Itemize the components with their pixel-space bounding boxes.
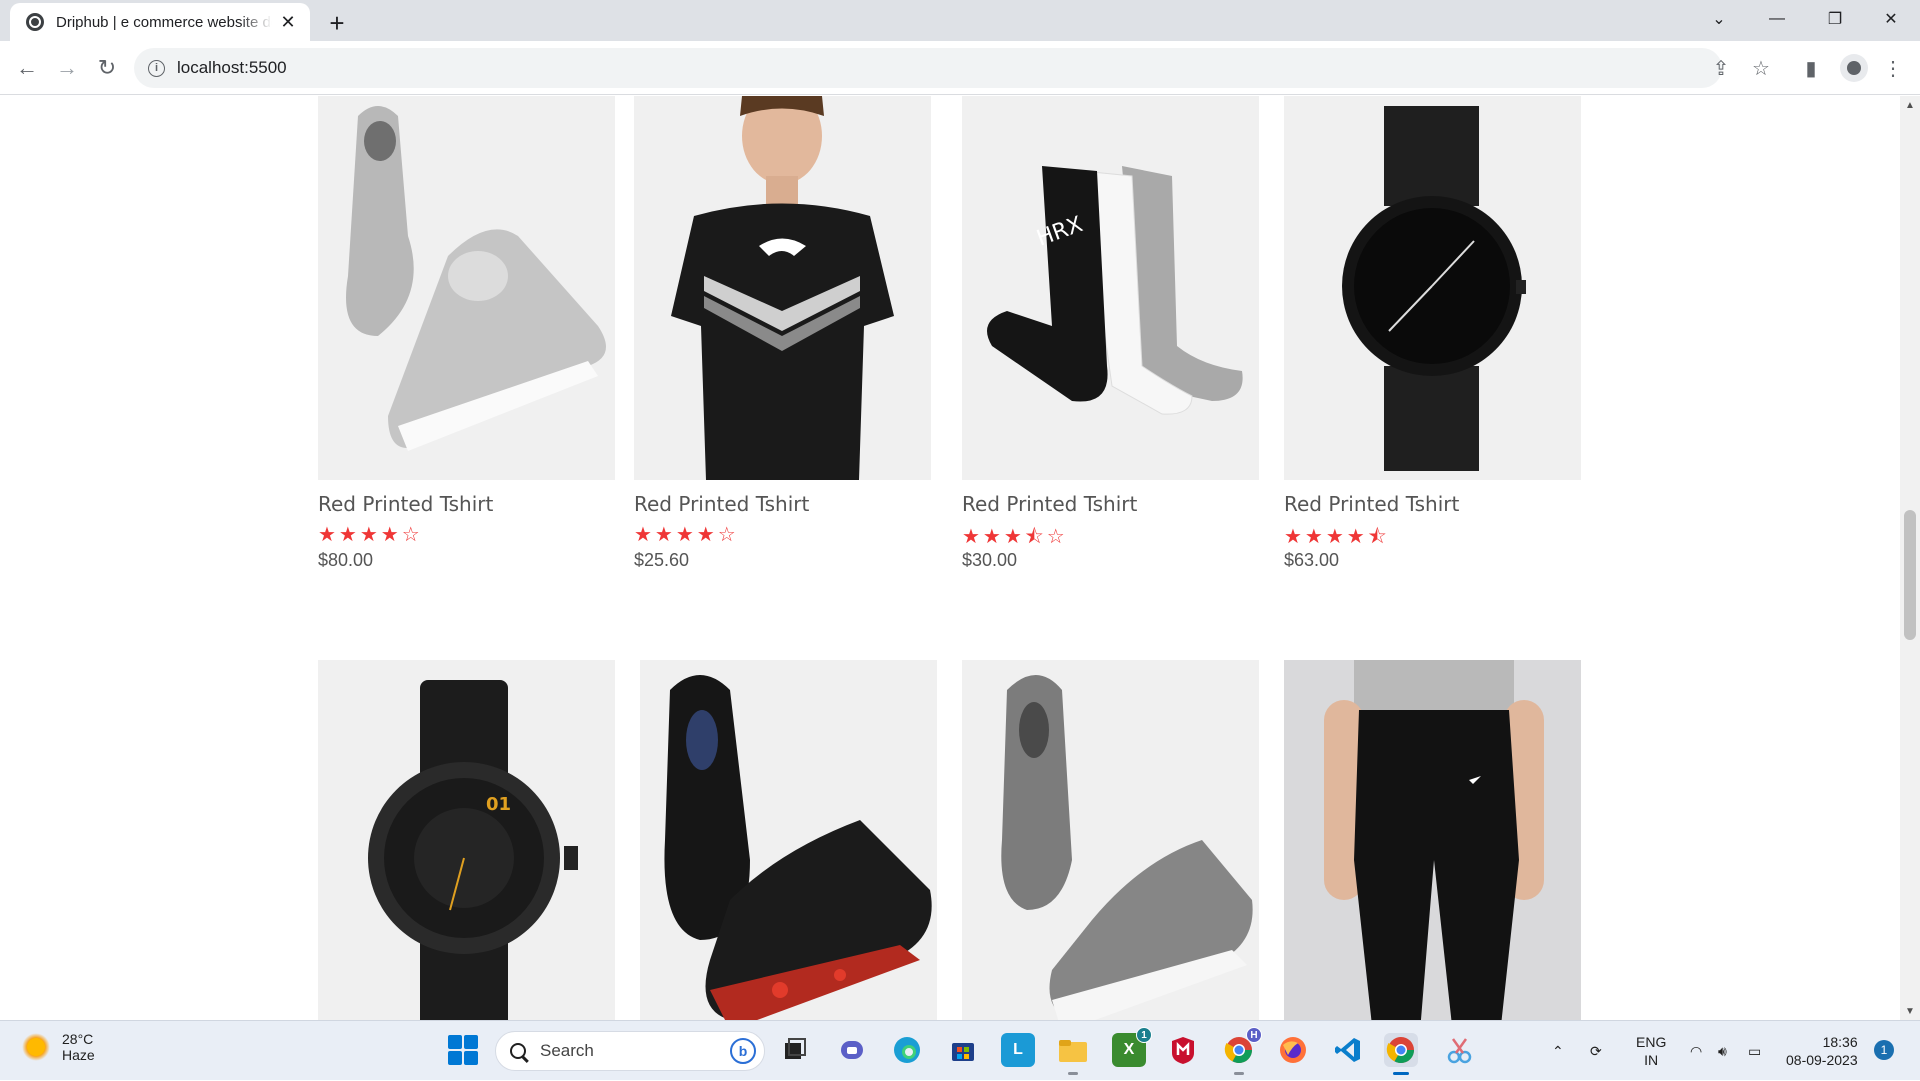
product-name[interactable]: Red Printed Tshirt: [634, 492, 931, 516]
browser-tab[interactable]: Driphub | e commerce website design ✕: [10, 3, 310, 41]
product-image-black-tshirt[interactable]: [634, 96, 931, 480]
product-card[interactable]: 01: [318, 660, 615, 1020]
xbox-badge: 1: [1136, 1027, 1152, 1043]
page-scrollbar[interactable]: ▲ ▼: [1900, 96, 1920, 1020]
close-tab-icon[interactable]: ✕: [278, 12, 298, 32]
bookmark-star-icon[interactable]: ☆: [1748, 55, 1774, 81]
product-name[interactable]: Red Printed Tshirt: [1284, 492, 1581, 516]
weather-desc: Haze: [62, 1047, 95, 1063]
svg-text:01: 01: [486, 794, 511, 815]
running-indicator: [1068, 1072, 1078, 1075]
xbox-icon[interactable]: X 1: [1112, 1027, 1152, 1067]
teams-chat-icon[interactable]: [836, 1033, 870, 1067]
page-viewport: Red Printed Tshirt ★★★★☆ $80.00 Red Prin…: [0, 96, 1900, 1020]
product-image-grey-slip-on-shoes[interactable]: [962, 660, 1259, 1020]
product-image-black-red-sneakers[interactable]: [640, 660, 937, 1020]
profile-avatar[interactable]: [1840, 54, 1868, 82]
sync-icon[interactable]: ⟳: [1590, 1021, 1602, 1081]
windows-start-icon[interactable]: [448, 1035, 478, 1065]
product-card[interactable]: Red Printed Tshirt ★★★★☆ $25.60: [634, 96, 931, 571]
tab-title: Driphub | e commerce website design: [56, 13, 272, 31]
product-name[interactable]: Red Printed Tshirt: [962, 492, 1259, 516]
menu-kebab-icon[interactable]: ⋮: [1880, 55, 1906, 81]
sun-haze-icon: [22, 1033, 50, 1061]
rating-stars: ★★★★☆: [634, 524, 739, 546]
product-image-black-joggers[interactable]: [1284, 660, 1581, 1020]
taskbar-search[interactable]: Search b: [495, 1031, 765, 1071]
back-arrow-icon[interactable]: ←: [10, 51, 44, 85]
minimize-icon[interactable]: —: [1748, 0, 1806, 38]
chrome-profile-badge: H: [1246, 1027, 1262, 1043]
product-price: $30.00: [962, 550, 1018, 570]
wifi-icon[interactable]: ◠: [1690, 1021, 1702, 1081]
notification-badge[interactable]: 1: [1874, 1040, 1894, 1060]
product-card[interactable]: Red Printed Tshirt ★★★★☆ $80.00: [318, 96, 615, 571]
share-icon[interactable]: ⇪: [1708, 55, 1734, 81]
restore-icon[interactable]: ❐: [1806, 0, 1864, 38]
clock-date: 08-09-2023: [1786, 1052, 1858, 1068]
rating-stars: ★★★★⯪: [1284, 526, 1390, 548]
speaker-icon[interactable]: 🔊︎: [1718, 1021, 1727, 1081]
forward-arrow-icon[interactable]: →: [50, 51, 84, 85]
bing-icon[interactable]: b: [730, 1038, 756, 1064]
product-card[interactable]: [962, 660, 1259, 1020]
product-image-grey-sneakers[interactable]: [318, 96, 615, 480]
rating-stars: ★★★⯪☆: [962, 526, 1068, 548]
language-line2: IN: [1644, 1052, 1659, 1068]
active-indicator: [1393, 1072, 1409, 1075]
address-bar[interactable]: i localhost:5500: [134, 48, 1722, 88]
snipping-tool-icon[interactable]: [1442, 1033, 1476, 1067]
rating-stars: ★★★★☆: [318, 524, 423, 546]
url-text: localhost:5500: [177, 58, 287, 77]
chrome-profile-icon[interactable]: H: [1222, 1027, 1262, 1075]
vscode-icon[interactable]: [1331, 1033, 1365, 1067]
product-card[interactable]: Red Printed Tshirt ★★★★⯪ $63.00: [1284, 96, 1581, 571]
microsoft-store-icon[interactable]: [946, 1033, 980, 1067]
language-line1: ENG: [1636, 1034, 1667, 1050]
l-app-icon[interactable]: L: [1001, 1033, 1035, 1067]
product-image-black-watch[interactable]: [1284, 96, 1581, 480]
firefox-icon[interactable]: [1276, 1033, 1310, 1067]
product-card[interactable]: [1284, 660, 1581, 1020]
system-clock[interactable]: 18:36 08-09-2023: [1786, 1033, 1858, 1069]
language-indicator[interactable]: ENG IN: [1636, 1033, 1666, 1069]
edge-icon[interactable]: [890, 1033, 924, 1067]
info-icon[interactable]: i: [148, 59, 165, 77]
product-price: $63.00: [1284, 550, 1340, 570]
clock-time: 18:36: [1822, 1034, 1858, 1050]
mcafee-icon[interactable]: [1166, 1033, 1200, 1067]
close-window-icon[interactable]: ✕: [1862, 0, 1920, 38]
globe-icon: [26, 13, 44, 31]
product-card[interactable]: HRX Red Printed Tshirt ★★★⯪☆ $30.00: [962, 96, 1259, 571]
browser-toolbar: ← → ↻ i localhost:5500 ⇪ ☆ ▮ ⋮: [0, 41, 1920, 95]
search-placeholder: Search: [540, 1041, 594, 1060]
tray-chevron-up-icon[interactable]: ⌃: [1552, 1021, 1564, 1081]
browser-tab-bar: Driphub | e commerce website design ✕ + …: [0, 0, 1920, 41]
product-image-socks[interactable]: HRX: [962, 96, 1259, 480]
weather-temp: 28°C: [62, 1031, 94, 1047]
running-indicator: [1234, 1072, 1244, 1075]
product-price: $25.60: [634, 550, 690, 570]
chrome-active-icon[interactable]: [1384, 1033, 1418, 1075]
product-card[interactable]: [640, 660, 937, 1020]
product-image-leather-watch[interactable]: 01: [318, 660, 615, 1020]
task-view-icon[interactable]: [778, 1033, 812, 1067]
plus-icon[interactable]: +: [322, 8, 352, 38]
scroll-up-arrow-icon[interactable]: ▲: [1900, 96, 1920, 114]
scrollbar-thumb[interactable]: [1904, 510, 1916, 640]
side-panel-icon[interactable]: ▮: [1798, 55, 1824, 81]
product-name[interactable]: Red Printed Tshirt: [318, 492, 615, 516]
weather-widget[interactable]: 28°C Haze: [22, 1031, 95, 1063]
battery-icon[interactable]: ▭: [1748, 1021, 1761, 1081]
search-icon: [510, 1043, 526, 1059]
chevron-down-icon[interactable]: ⌄: [1690, 0, 1748, 38]
windows-taskbar: 28°C Haze Search b L X 1 H ⌃ ⟳ ENG IN ◠ …: [0, 1020, 1920, 1080]
scroll-down-arrow-icon[interactable]: ▼: [1900, 1002, 1920, 1020]
reload-icon[interactable]: ↻: [90, 51, 124, 85]
product-price: $80.00: [318, 550, 374, 570]
file-explorer-icon[interactable]: [1056, 1033, 1090, 1075]
